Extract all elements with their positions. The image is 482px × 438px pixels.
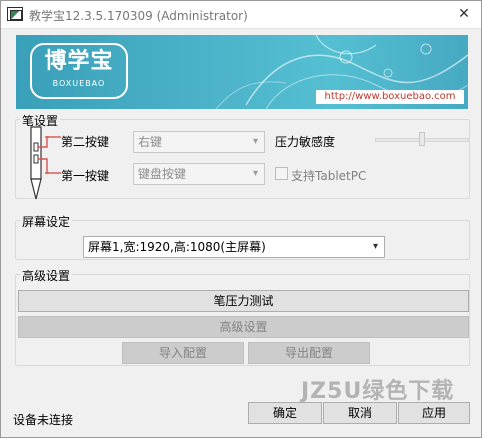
boxuebao-logo: 博学宝 BOXUEBAO xyxy=(30,43,128,99)
screen-select-value: 屏幕1,宽:1920,高:1080(主屏幕) xyxy=(88,240,266,254)
second-button-label: 第二按键 xyxy=(61,135,110,149)
tabletpc-checkbox[interactable] xyxy=(275,167,288,180)
second-button-value: 右键 xyxy=(138,135,163,149)
export-config-button[interactable]: 导出配置 xyxy=(248,342,370,364)
close-icon: ✕ xyxy=(458,6,470,22)
logo-subtext: BOXUEBAO xyxy=(52,79,106,88)
first-button-label: 第一按键 xyxy=(61,169,110,183)
pen-pressure-test-button[interactable]: 笔压力测试 xyxy=(18,290,469,312)
first-button-select[interactable]: 键盘按键 ▾ xyxy=(133,163,265,185)
header-banner: 博学宝 BOXUEBAO http://www.boxuebao.com xyxy=(16,35,468,109)
pressure-slider-thumb[interactable] xyxy=(419,132,425,146)
chevron-down-icon: ▾ xyxy=(252,136,258,147)
chevron-down-icon: ▾ xyxy=(252,168,258,179)
app-icon xyxy=(7,7,23,21)
close-button[interactable]: ✕ xyxy=(448,2,480,26)
apply-button[interactable]: 应用 xyxy=(398,402,470,424)
chevron-down-icon: ▾ xyxy=(372,241,378,252)
advanced-settings-button[interactable]: 高级设置 xyxy=(18,316,469,338)
website-link[interactable]: http://www.boxuebao.com xyxy=(316,90,464,104)
app-window: 教学宝12.3.5.170309 (Administrator) ✕ 博学宝 B… xyxy=(0,0,482,438)
title-bar[interactable]: 教学宝12.3.5.170309 (Administrator) ✕ xyxy=(1,1,481,29)
device-status: 设备未连接 xyxy=(13,413,74,427)
screen-select[interactable]: 屏幕1,宽:1920,高:1080(主屏幕) ▾ xyxy=(83,236,385,258)
tabletpc-label: 支持TabletPC xyxy=(291,169,367,183)
pressure-sensitivity-label: 压力敏感度 xyxy=(275,135,336,149)
second-button-select[interactable]: 右键 ▾ xyxy=(133,131,265,153)
import-config-button[interactable]: 导入配置 xyxy=(122,342,244,364)
cancel-button[interactable]: 取消 xyxy=(323,402,397,424)
ok-button[interactable]: 确定 xyxy=(248,402,322,424)
advanced-settings-title: 高级设置 xyxy=(20,267,73,284)
watermark-text: JZ5U绿色下载 xyxy=(301,379,455,404)
logo-text: 博学宝 xyxy=(44,49,114,74)
screen-settings-title: 屏幕设定 xyxy=(20,213,73,230)
window-title: 教学宝12.3.5.170309 (Administrator) xyxy=(29,9,248,23)
first-button-value: 键盘按键 xyxy=(138,167,187,181)
